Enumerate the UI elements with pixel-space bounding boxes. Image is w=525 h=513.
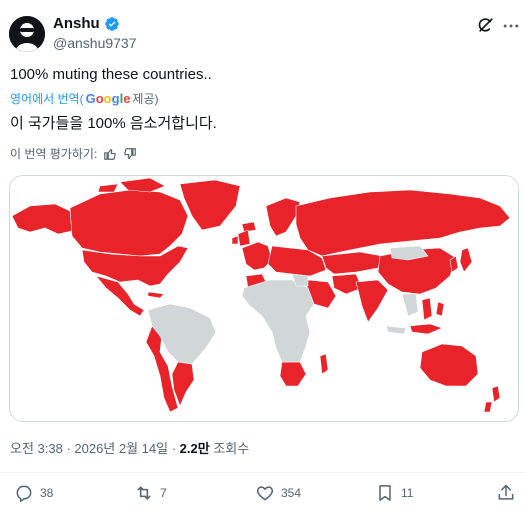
heart-icon	[256, 486, 274, 501]
translate-prefix[interactable]: 영어에서 번역(	[10, 90, 84, 107]
bookmark-button[interactable]: 11	[375, 483, 413, 503]
repost-icon	[137, 486, 151, 500]
views-count: 2.2만	[179, 441, 210, 456]
repost-count: 7	[160, 486, 167, 500]
author-handle[interactable]: @anshu9737	[53, 35, 137, 51]
author-name[interactable]: Anshu	[53, 15, 100, 32]
translation-rating: 이 번역 평가하기:	[10, 145, 137, 162]
like-count: 354	[281, 486, 302, 500]
rate-label: 이 번역 평가하기:	[10, 147, 98, 161]
more-options-icon[interactable]	[501, 16, 521, 36]
share-icon	[498, 484, 514, 500]
world-map	[10, 176, 518, 421]
tweet-text: 100% muting these countries..	[10, 66, 212, 83]
translate-suffix: 제공)	[132, 92, 159, 106]
avatar-image	[9, 16, 45, 52]
reply-icon	[16, 485, 32, 503]
translation-attribution[interactable]: 영어에서 번역( Google 제공)	[10, 90, 159, 107]
share-button[interactable]	[496, 483, 516, 503]
grok-icon[interactable]	[476, 15, 496, 35]
divider	[0, 472, 525, 473]
views-label: 조회수	[209, 441, 250, 456]
bookmark-count: 11	[401, 486, 414, 500]
reply-count: 38	[40, 486, 54, 500]
google-logo: Google	[85, 91, 131, 106]
tweet-meta: 오전 3:38 · 2026년 2월 14일 · 2.2만 조회수	[10, 438, 249, 457]
tweet-timestamp[interactable]: 오전 3:38 · 2026년 2월 14일 ·	[10, 441, 180, 456]
world-map-image[interactable]	[9, 175, 519, 422]
translated-text: 이 국가들을 100% 음소거합니다.	[10, 115, 217, 132]
like-button[interactable]: 354	[255, 483, 301, 503]
verified-badge-icon	[104, 16, 119, 31]
bookmark-icon	[379, 485, 391, 501]
thumbs-down-icon[interactable]	[123, 147, 137, 161]
thumbs-up-icon[interactable]	[103, 147, 117, 161]
author-name-row[interactable]: Anshu	[53, 15, 120, 32]
reply-button[interactable]: 38	[14, 483, 53, 503]
avatar[interactable]	[9, 16, 45, 52]
repost-button[interactable]: 7	[134, 483, 167, 503]
